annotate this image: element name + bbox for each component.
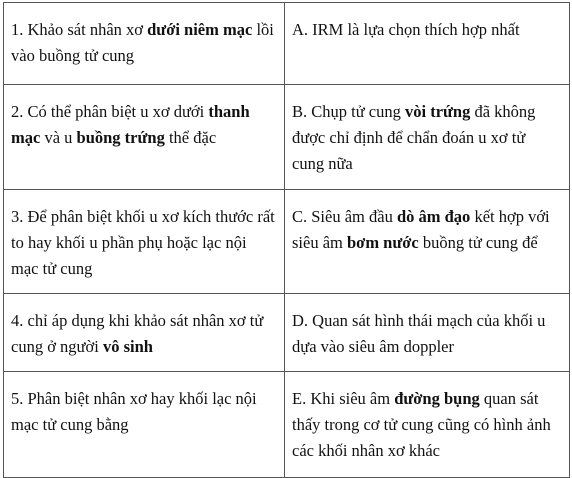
left-cell-2: 2. Có thể phân biệt u xơ dưới thanh mạc …: [3, 84, 285, 190]
cell-text: 3. Để phân biệt khối u xơ kích thước rất…: [11, 207, 275, 278]
bold-term: bơm nước: [347, 233, 419, 252]
right-cell-d: D. Quan sát hình thái mạch của khối u dự…: [284, 293, 570, 372]
table-row: 5. Phân biệt nhân xơ hay khối lạc nội mạ…: [3, 371, 570, 478]
cell-text: C. Siêu âm đầu: [292, 207, 397, 226]
cell-text: E. Khi siêu âm: [292, 389, 395, 408]
right-cell-a: A. IRM là lựa chọn thích hợp nhất: [284, 2, 570, 85]
left-cell-1: 1. Khảo sát nhân xơ dưới niêm mạc lồi và…: [3, 2, 285, 85]
table-row: 4. chỉ áp dụng khi khảo sát nhân xơ tử c…: [3, 293, 570, 372]
table-row: 3. Để phân biệt khối u xơ kích thước rất…: [3, 189, 570, 294]
cell-text: 1. Khảo sát nhân xơ: [11, 20, 148, 39]
cell-text: D. Quan sát hình thái mạch của khối u dự…: [292, 311, 546, 356]
left-cell-4: 4. chỉ áp dụng khi khảo sát nhân xơ tử c…: [3, 293, 285, 372]
cell-text: 5. Phân biệt nhân xơ hay khối lạc nội mạ…: [11, 389, 257, 434]
bold-term: dưới niêm mạc: [147, 20, 253, 39]
cell-text: buồng tử cung để: [418, 233, 538, 252]
bold-term: đường bụng: [394, 389, 480, 408]
cell-text: B. Chụp tử cung: [292, 102, 405, 121]
table-row: 1. Khảo sát nhân xơ dưới niêm mạc lồi và…: [3, 2, 570, 85]
bold-term: buồng trứng: [76, 128, 165, 147]
table-row: 2. Có thể phân biệt u xơ dưới thanh mạc …: [3, 84, 570, 190]
bold-term: vòi trứng: [405, 102, 471, 121]
left-cell-5: 5. Phân biệt nhân xơ hay khối lạc nội mạ…: [3, 371, 285, 478]
cell-text: A. IRM là lựa chọn thích hợp nhất: [292, 20, 520, 39]
matching-table: 1. Khảo sát nhân xơ dưới niêm mạc lồi và…: [3, 2, 570, 478]
right-cell-b: B. Chụp tử cung vòi trứng đã không được …: [284, 84, 570, 190]
right-cell-e: E. Khi siêu âm đường bụng quan sát thấy …: [284, 371, 570, 478]
bold-term: dò âm đạo: [396, 207, 471, 226]
left-cell-3: 3. Để phân biệt khối u xơ kích thước rất…: [3, 189, 285, 294]
cell-text: và u: [40, 128, 77, 147]
bold-term: vô sinh: [102, 337, 153, 356]
cell-text: thể đặc: [164, 128, 217, 147]
cell-text: 2. Có thể phân biệt u xơ dưới: [11, 102, 209, 121]
right-cell-c: C. Siêu âm đầu dò âm đạo kết hợp với siê…: [284, 189, 570, 294]
